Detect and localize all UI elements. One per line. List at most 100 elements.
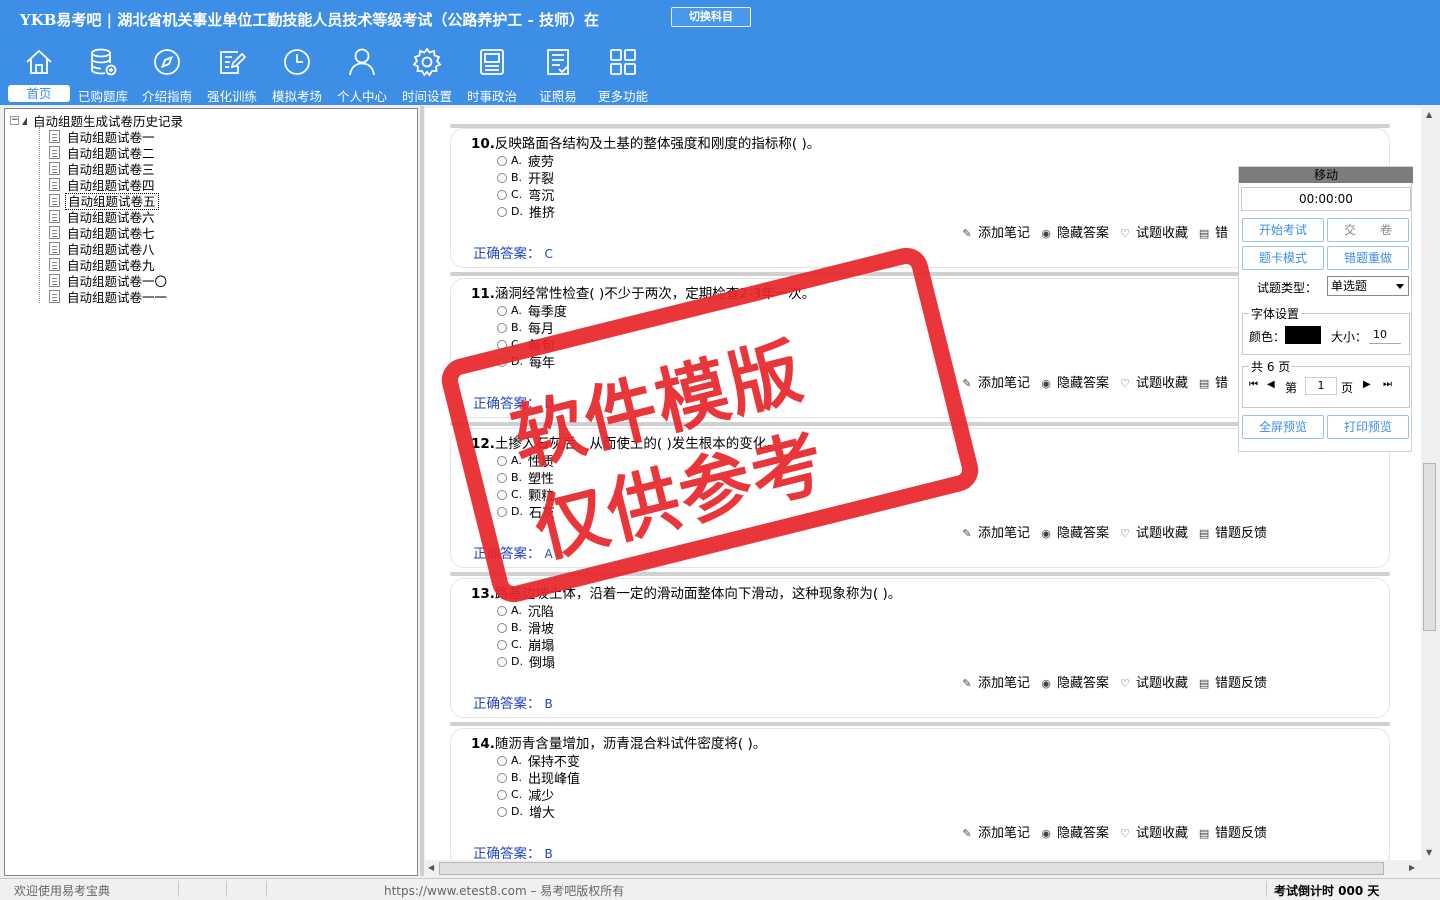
add-note-button[interactable]: ✎ 添加笔记 xyxy=(961,822,1030,841)
nav-guide[interactable]: 介绍指南 xyxy=(136,46,198,104)
answer-option[interactable]: D. 石灰 xyxy=(497,502,555,521)
scroll-down-icon[interactable]: ▼ xyxy=(1426,848,1432,857)
option-text: 每年 xyxy=(528,356,555,371)
feedback-button[interactable]: ▤ 错 xyxy=(1198,222,1228,241)
radio-button[interactable] xyxy=(497,506,507,517)
card-mode-button[interactable]: 题卡模式 xyxy=(1242,246,1324,270)
panel-move-handle[interactable]: 移动 xyxy=(1239,167,1413,183)
nav-certificate[interactable]: 证照易 xyxy=(527,46,589,104)
start-exam-button[interactable]: 开始考试 xyxy=(1242,218,1324,242)
add-note-button[interactable]: ✎ 添加笔记 xyxy=(961,672,1030,691)
question-type-select[interactable]: 单选题 xyxy=(1327,276,1409,296)
switch-subject-button[interactable]: 切换科目 xyxy=(671,7,751,27)
hide-answer-button[interactable]: ◉ 隐藏答案 xyxy=(1040,222,1109,241)
page-number-input[interactable]: 1 xyxy=(1305,377,1337,395)
add-note-button[interactable]: ✎ 添加笔记 xyxy=(961,372,1030,391)
question-actions: ✎ 添加笔记 ◉ 隐藏答案 ♡ 试题收藏 ▤ 错题反馈 xyxy=(961,822,1277,841)
collapse-icon[interactable]: − xyxy=(10,116,19,125)
feedback-button[interactable]: ▤ 错题反馈 xyxy=(1198,822,1267,841)
radio-button[interactable] xyxy=(497,772,507,783)
favorite-button[interactable]: ♡ 试题收藏 xyxy=(1119,222,1188,241)
answer-option[interactable]: D. 推挤 xyxy=(497,202,555,221)
option-letter: D. xyxy=(511,655,523,668)
horizontal-scroll-thumb[interactable] xyxy=(439,862,1384,875)
radio-button[interactable] xyxy=(497,339,507,350)
favorite-button[interactable]: ♡ 试题收藏 xyxy=(1119,522,1188,541)
favorite-button[interactable]: ♡ 试题收藏 xyxy=(1119,372,1188,391)
pencil-icon: ✎ xyxy=(962,676,972,690)
tree-item[interactable]: 自动组题试卷四 xyxy=(49,175,157,193)
add-note-button[interactable]: ✎ 添加笔记 xyxy=(961,222,1030,241)
favorite-button[interactable]: ♡ 试题收藏 xyxy=(1119,672,1188,691)
radio-button[interactable] xyxy=(497,356,507,367)
favorite-button[interactable]: ♡ 试题收藏 xyxy=(1119,822,1188,841)
answer-option[interactable]: D. 每年 xyxy=(497,352,555,371)
radio-button[interactable] xyxy=(497,755,507,766)
prev-page-icon[interactable]: ◀ xyxy=(1267,379,1275,390)
fullscreen-preview-button[interactable]: 全屏预览 xyxy=(1242,415,1324,439)
radio-button[interactable] xyxy=(497,189,507,200)
print-preview-button[interactable]: 打印预览 xyxy=(1327,415,1409,439)
tree-item[interactable]: 自动组题试卷一一 xyxy=(49,287,169,305)
tree-item[interactable]: 自动组题试卷九 xyxy=(49,255,157,273)
radio-button[interactable] xyxy=(497,155,507,166)
font-size-input[interactable]: 10 xyxy=(1369,328,1401,344)
tree-item[interactable]: 自动组题试卷一〇 xyxy=(49,271,169,289)
next-page-icon[interactable]: ▶ xyxy=(1363,379,1371,390)
radio-button[interactable] xyxy=(497,472,507,483)
tree-item[interactable]: 自动组题试卷八 xyxy=(49,239,157,257)
nav-time-settings[interactable]: 时间设置 xyxy=(396,46,458,104)
option-letter: D. xyxy=(511,205,523,218)
radio-button[interactable] xyxy=(497,605,507,616)
nav-home[interactable]: 首页 xyxy=(8,46,70,104)
nav-purchased-bank[interactable]: 已购题库 xyxy=(72,46,134,104)
panel-splitter[interactable] xyxy=(420,106,424,876)
hide-answer-button[interactable]: ◉ 隐藏答案 xyxy=(1040,522,1109,541)
document-icon xyxy=(49,162,60,175)
tree-root[interactable]: − 自动组题生成试卷历史记录 xyxy=(10,111,183,129)
nav-label: 时间设置 xyxy=(401,89,452,104)
tree-item[interactable]: 自动组题试卷三 xyxy=(49,159,157,177)
hide-answer-button[interactable]: ◉ 隐藏答案 xyxy=(1040,372,1109,391)
scroll-left-icon[interactable]: ◀ xyxy=(428,863,434,872)
radio-button[interactable] xyxy=(497,489,507,500)
hide-answer-button[interactable]: ◉ 隐藏答案 xyxy=(1040,822,1109,841)
horizontal-scrollbar[interactable]: ◀ ▶ xyxy=(425,860,1421,877)
feedback-button[interactable]: ▤ 错题反馈 xyxy=(1198,522,1267,541)
tree-item[interactable]: 自动组题试卷七 xyxy=(49,223,157,241)
radio-button[interactable] xyxy=(497,455,507,466)
feedback-button[interactable]: ▤ 错 xyxy=(1198,372,1228,391)
nav-personal[interactable]: 个人中心 xyxy=(331,46,393,104)
vertical-scroll-thumb[interactable] xyxy=(1423,463,1436,631)
radio-button[interactable] xyxy=(497,806,507,817)
radio-button[interactable] xyxy=(497,305,507,316)
tree-item-selected[interactable]: 自动组题试卷五 xyxy=(49,191,159,210)
radio-button[interactable] xyxy=(497,789,507,800)
tree-item[interactable]: 自动组题试卷二 xyxy=(49,143,157,161)
scroll-up-icon[interactable]: ▲ xyxy=(1426,110,1432,119)
nav-current-affairs[interactable]: 时事政治 xyxy=(461,46,523,104)
redo-wrong-button[interactable]: 错题重做 xyxy=(1327,246,1409,270)
answer-option[interactable]: D. 倒塌 xyxy=(497,652,555,671)
scroll-right-icon[interactable]: ▶ xyxy=(1409,863,1415,872)
add-note-button[interactable]: ✎ 添加笔记 xyxy=(961,522,1030,541)
tree-item[interactable]: 自动组题试卷六 xyxy=(49,207,157,225)
feedback-button[interactable]: ▤ 错题反馈 xyxy=(1198,672,1267,691)
tree-item[interactable]: 自动组题试卷一 xyxy=(49,127,157,145)
radio-button[interactable] xyxy=(497,656,507,667)
radio-button[interactable] xyxy=(497,172,507,183)
nav-training[interactable]: 强化训练 xyxy=(201,46,263,104)
nav-mock-exam[interactable]: 模拟考场 xyxy=(266,46,328,104)
vertical-scrollbar[interactable]: ▲ ▼ xyxy=(1421,108,1438,860)
submit-paper-button[interactable]: 交 卷 xyxy=(1327,218,1409,242)
radio-button[interactable] xyxy=(497,639,507,650)
answer-option[interactable]: D. 增大 xyxy=(497,802,555,821)
radio-button[interactable] xyxy=(497,322,507,333)
hide-answer-button[interactable]: ◉ 隐藏答案 xyxy=(1040,672,1109,691)
nav-more[interactable]: 更多功能 xyxy=(592,46,654,104)
font-color-swatch[interactable] xyxy=(1285,326,1321,344)
radio-button[interactable] xyxy=(497,206,507,217)
last-page-icon[interactable]: ⏭ xyxy=(1383,379,1392,390)
radio-button[interactable] xyxy=(497,622,507,633)
first-page-icon[interactable]: ⏮ xyxy=(1249,379,1258,390)
